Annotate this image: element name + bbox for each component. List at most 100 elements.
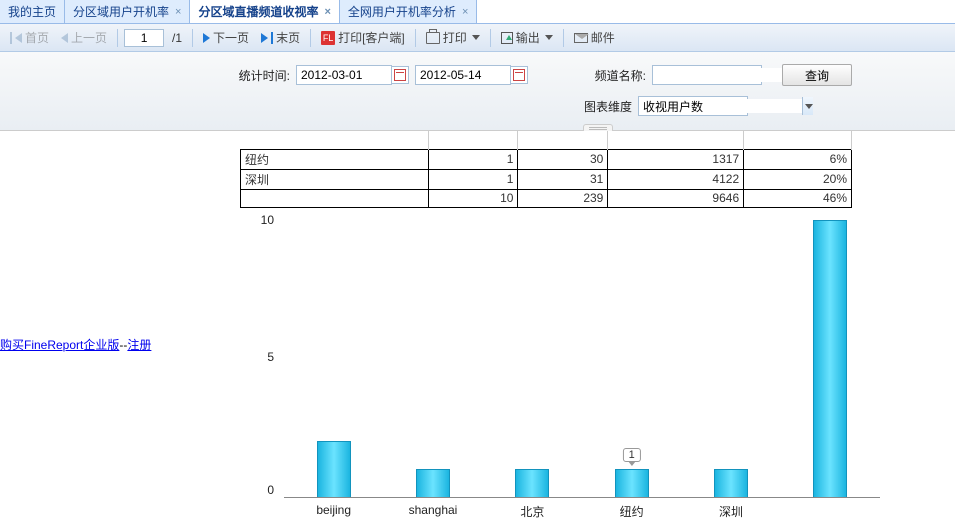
tab-network-boot-rate[interactable]: 全网用户开机率分析 × (340, 0, 477, 23)
bar-chart: 10 5 0 1 beijingshanghai北京纽约深圳 (240, 216, 880, 526)
cell: 30 (518, 149, 608, 169)
y-tick: 5 (267, 350, 274, 364)
tab-region-channel-rating[interactable]: 分区域直播频道收视率× (190, 0, 339, 23)
button-label: 打印[客户端] (338, 29, 405, 46)
chevron-down-icon (545, 35, 553, 40)
button-label: 末页 (276, 29, 300, 46)
time-label: 统计时间: (0, 67, 290, 84)
bar[interactable] (515, 469, 549, 497)
next-page-button[interactable]: 下一页 (199, 27, 253, 48)
mail-icon (574, 33, 588, 43)
tab-my-home[interactable]: 我的主页 (0, 0, 65, 23)
tab-region-boot-rate[interactable]: 分区域用户开机率× (65, 0, 190, 23)
separator (310, 29, 311, 47)
separator (117, 29, 118, 47)
first-page-button[interactable]: 首页 (6, 27, 53, 48)
button-label: 首页 (25, 29, 49, 46)
bar-tooltip: 1 (623, 448, 641, 462)
page-number-input[interactable] (124, 29, 164, 47)
button-label: 上一页 (71, 29, 107, 46)
table-row: 纽约13013176% (241, 149, 852, 169)
bar[interactable] (714, 469, 748, 497)
dimension-input[interactable] (639, 99, 802, 113)
cell-region: 纽约 (241, 149, 429, 169)
chevron-down-icon[interactable] (802, 97, 813, 115)
cell: 239 (518, 189, 608, 207)
sidebar-promo: 购买FineReport企业版--注册 (0, 336, 151, 353)
button-label: 打印 (443, 29, 467, 46)
last-icon (271, 32, 273, 44)
bar-slot (483, 220, 582, 497)
flash-icon: FL (321, 31, 335, 45)
channel-label: 频道名称: (528, 67, 646, 84)
y-tick: 0 (267, 483, 274, 497)
data-table: 纽约13013176% 深圳131412220% 10239964646% (240, 131, 852, 208)
dimension-label: 图表维度 (0, 98, 632, 115)
export-button[interactable]: 输出 (497, 27, 557, 48)
bar[interactable]: 1 (615, 469, 649, 497)
prev-page-button[interactable]: 上一页 (57, 27, 111, 48)
cell: 31 (518, 169, 608, 189)
channel-select[interactable] (652, 65, 762, 85)
button-label: 输出 (516, 29, 540, 46)
cell: 4122 (608, 169, 744, 189)
button-label: 邮件 (591, 29, 615, 46)
mail-button[interactable]: 邮件 (570, 27, 619, 48)
chevron-down-icon (472, 35, 480, 40)
x-tick: 深圳 (681, 503, 780, 520)
calendar-icon[interactable] (510, 66, 528, 84)
cell: 1 (428, 169, 518, 189)
close-icon[interactable]: × (175, 6, 181, 18)
cell: 10 (428, 189, 518, 207)
cell-region (241, 189, 429, 207)
plot-area: 1 (284, 220, 880, 498)
arrow-left-icon (15, 33, 22, 43)
bar[interactable] (416, 469, 450, 497)
bar[interactable] (813, 220, 847, 497)
toolbar: 首页 上一页 /1 下一页 末页 FL打印[客户端] 打印 输出 邮件 (0, 24, 955, 52)
table-row: 深圳131412220% (241, 169, 852, 189)
last-page-button[interactable]: 末页 (257, 27, 304, 48)
date-to-input[interactable] (415, 65, 511, 85)
cell-region: 深圳 (241, 169, 429, 189)
separator (490, 29, 491, 47)
bar-slot: 1 (582, 220, 681, 497)
content-area: 购买FineReport企业版--注册 纽约13013176% 深圳131412… (0, 131, 955, 526)
bar-slot (284, 220, 383, 497)
close-icon[interactable]: × (324, 6, 330, 18)
table-row: 10239964646% (241, 189, 852, 207)
x-tick: 纽约 (582, 503, 681, 520)
buy-link[interactable]: 购买FineReport企业版 (0, 338, 119, 352)
bar-slot (383, 220, 482, 497)
print-client-button[interactable]: FL打印[客户端] (317, 27, 409, 48)
query-button[interactable]: 查询 (782, 64, 852, 86)
y-tick: 10 (261, 213, 274, 227)
bar[interactable] (317, 441, 351, 496)
dimension-select[interactable] (638, 96, 748, 116)
arrow-left-icon (61, 33, 68, 43)
x-axis: beijingshanghai北京纽约深圳 (284, 503, 880, 520)
bar-slot (681, 220, 780, 497)
arrow-right-icon (203, 33, 210, 43)
separator (415, 29, 416, 47)
arrow-right-icon (261, 33, 268, 43)
cell: 6% (744, 149, 852, 169)
register-link[interactable]: 注册 (127, 338, 151, 352)
drag-handle-icon[interactable] (583, 124, 613, 131)
tab-label: 全网用户开机率分析 (348, 3, 456, 20)
page-total: /1 (172, 31, 182, 45)
y-axis: 10 5 0 (240, 216, 280, 498)
x-tick: beijing (284, 503, 383, 520)
calendar-icon[interactable] (391, 66, 409, 84)
close-icon[interactable]: × (462, 6, 468, 18)
export-icon (501, 32, 513, 44)
date-from-input[interactable] (296, 65, 392, 85)
printer-icon (426, 32, 440, 44)
cell: 1 (428, 149, 518, 169)
button-label: 下一页 (213, 29, 249, 46)
cell: 9646 (608, 189, 744, 207)
x-tick: shanghai (383, 503, 482, 520)
print-button[interactable]: 打印 (422, 27, 484, 48)
separator (563, 29, 564, 47)
x-tick: 北京 (483, 503, 582, 520)
